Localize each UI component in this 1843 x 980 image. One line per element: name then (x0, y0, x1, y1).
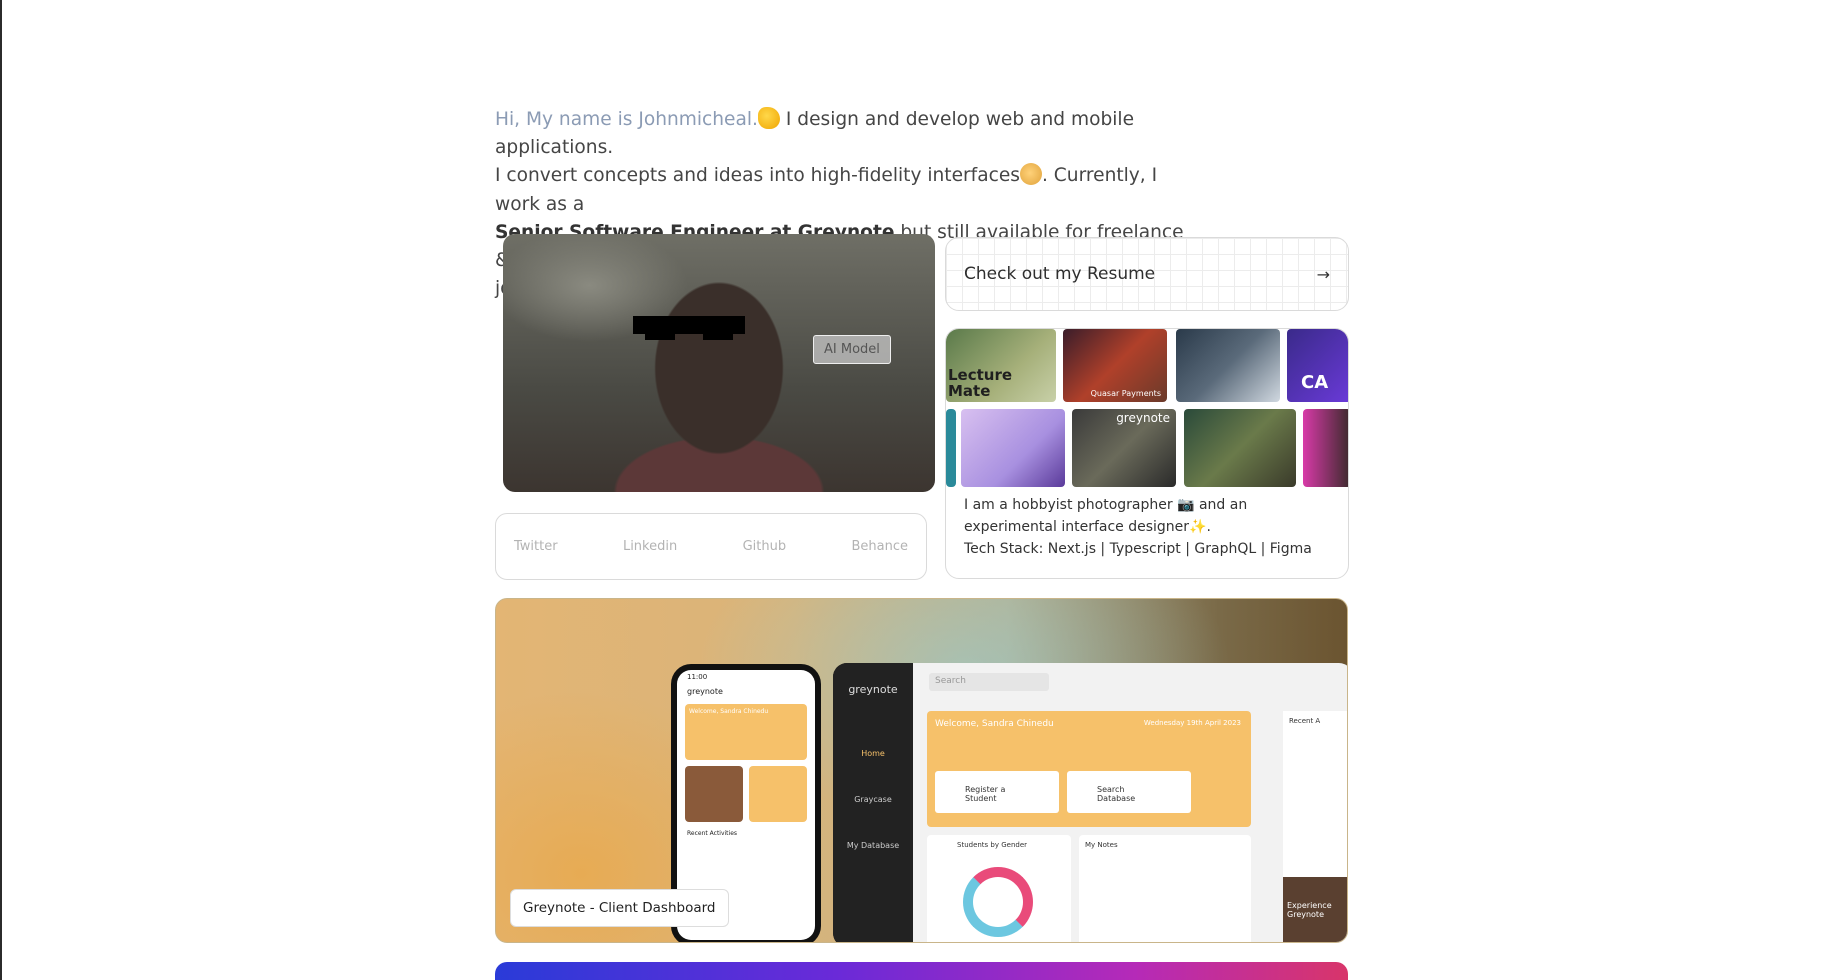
tablet-search: Search (929, 673, 1049, 691)
thumb-greynote-label: greynote (1116, 411, 1170, 425)
project-card-greynote[interactable]: 11:00 greynote Welcome, Sandra Chinedu R… (495, 598, 1348, 943)
ai-model-badge: AI Model (813, 335, 891, 364)
tablet-experience-card: Experience Greynote (1283, 877, 1347, 942)
behance-link[interactable]: Behance (851, 539, 908, 554)
gallery-thumb-library[interactable] (1184, 409, 1296, 487)
phone-stat-tile (749, 766, 807, 822)
tablet-notes-panel: My Notes (1079, 835, 1251, 942)
tablet-recent-panel: Recent A Experience Greynote (1283, 711, 1347, 942)
tablet-search-db-button: Search Database (1067, 771, 1191, 813)
tablet-recent-title: Recent A (1289, 717, 1321, 725)
tablet-brand: greynote (848, 683, 898, 696)
intro-convert-text: I convert concepts and ideas into high-f… (495, 165, 1020, 187)
linkedin-link[interactable]: Linkedin (623, 539, 677, 554)
tablet-gender-panel: Students by Gender (927, 835, 1071, 942)
thumb-lecture-label: Lecture Mate (948, 366, 1013, 400)
phone-image-tile (685, 766, 743, 822)
gallery-thumb-ca[interactable]: CA (1287, 329, 1348, 402)
sidebar-item-graycase: Graycase (854, 795, 892, 804)
github-link[interactable]: Github (743, 539, 787, 554)
arrow-right-icon: → (1316, 264, 1330, 284)
project-title-label: Greynote - Client Dashboard (510, 889, 729, 927)
profile-photo: AI Model (503, 234, 935, 492)
gallery-thumb-gradient[interactable] (1303, 409, 1348, 487)
palette-icon (1019, 163, 1042, 186)
tablet-main: Search Welcome, Sandra Chinedu Wednesday… (913, 663, 1347, 942)
gallery-thumb-quasar[interactable]: Quasar Payments (1063, 329, 1167, 402)
next-project-card[interactable] (495, 962, 1348, 980)
resume-button[interactable]: Check out my Resume → (945, 237, 1349, 311)
gallery-thumbnails: Lecture Mate Quasar Payments CA greynote (946, 329, 1348, 487)
phone-welcome-card: Welcome, Sandra Chinedu (685, 704, 807, 760)
tech-stack-text: Tech Stack: Next.js | Typescript | Graph… (964, 541, 1312, 557)
tablet-notes-title: My Notes (1085, 841, 1118, 849)
gallery-description: I am a hobbyist photographer 📷 and an ex… (964, 494, 1336, 560)
twitter-link[interactable]: Twitter (514, 539, 558, 554)
sidebar-item-home: Home (861, 749, 885, 758)
tablet-register-button: Register a Student (935, 771, 1059, 813)
photographer-text: I am a hobbyist photographer 📷 and an ex… (964, 497, 1248, 535)
gallery-card: Lecture Mate Quasar Payments CA greynote… (945, 328, 1349, 579)
gallery-thumb-laptop[interactable] (961, 409, 1065, 487)
greeting: Hi, My name is Johnmicheal. (495, 109, 758, 130)
tablet-gender-title: Students by Gender (957, 841, 1028, 849)
gallery-thumb-form[interactable] (1176, 329, 1280, 402)
tablet-date: Wednesday 19th April 2023 (1143, 719, 1241, 727)
tablet-mockup: greynote Home Graycase My Database Searc… (833, 663, 1347, 942)
social-links: Twitter Linkedin Github Behance (495, 513, 927, 580)
gallery-thumb-greynote[interactable]: greynote (1072, 409, 1176, 487)
phone-recent-title: Recent Activities (687, 830, 738, 837)
phone-brand: greynote (687, 687, 723, 696)
waving-hand-icon (757, 107, 780, 129)
gallery-thumb-dashboard[interactable] (946, 409, 956, 487)
window-edge (0, 0, 2, 980)
gallery-thumb-lecture-mate[interactable]: Lecture Mate (946, 329, 1056, 402)
thumb-quasar-label: Quasar Payments (1090, 389, 1161, 398)
phone-welcome-text: Welcome, Sandra Chinedu (689, 708, 769, 715)
phone-time: 11:00 (687, 673, 708, 681)
sidebar-item-database: My Database (846, 841, 900, 850)
resume-label: Check out my Resume (964, 264, 1156, 284)
thumb-ca-label: CA (1301, 372, 1329, 393)
tablet-sidebar: greynote Home Graycase My Database (833, 663, 913, 942)
pixel-sunglasses-icon (633, 316, 745, 340)
donut-chart-icon (963, 867, 1033, 937)
